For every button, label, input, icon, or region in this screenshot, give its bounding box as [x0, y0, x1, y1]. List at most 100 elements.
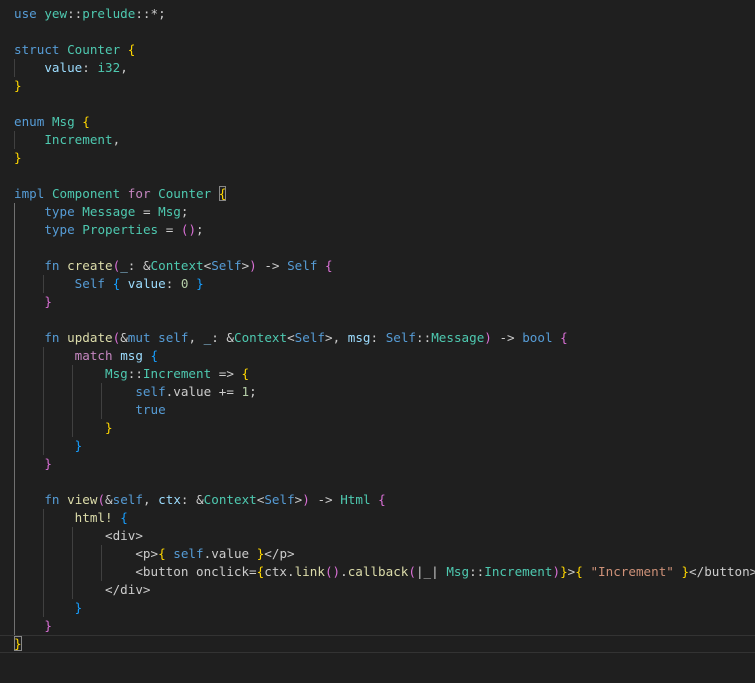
code-line[interactable]: fn view(&self, ctx: &Context<Self>) -> H… [0, 490, 755, 509]
code-line[interactable]: type Properties = (); [0, 220, 755, 239]
code-token: { [218, 185, 227, 201]
code-token: <div> [105, 527, 143, 543]
code-line[interactable]: <p>{ self.value }</p> [0, 544, 755, 563]
code-text: } [14, 635, 22, 652]
code-token: 1 [241, 383, 250, 399]
code-token: Counter [67, 41, 121, 57]
code-token: html! [74, 509, 113, 525]
code-token: >, [325, 329, 348, 345]
code-token: : [82, 59, 98, 75]
code-line[interactable]: } [0, 292, 755, 311]
code-token: *; [150, 5, 166, 21]
code-line[interactable] [0, 23, 755, 41]
code-token: use [14, 5, 37, 21]
code-token: { [325, 257, 333, 273]
code-line[interactable]: type Message = Msg; [0, 202, 755, 221]
code-line[interactable]: struct Counter { [0, 41, 755, 59]
code-token: fn [44, 257, 60, 273]
code-token: } [74, 599, 83, 615]
code-line[interactable]: } [0, 149, 755, 167]
code-token: _ [120, 257, 128, 273]
code-line[interactable]: } [0, 634, 755, 653]
code-line[interactable]: enum Msg { [0, 113, 755, 131]
code-token: Counter [158, 185, 212, 201]
code-token: ctx [264, 563, 287, 579]
code-token: -> [309, 491, 341, 507]
code-text: Increment, [14, 131, 120, 149]
code-token: = [158, 221, 181, 237]
code-line[interactable]: Self { value: 0 } [0, 274, 755, 293]
code-line[interactable]: true [0, 400, 755, 419]
code-text: } [14, 599, 83, 617]
code-token: -> [256, 257, 288, 273]
code-token: Increment [484, 563, 553, 579]
code-line[interactable]: html! { [0, 508, 755, 527]
code-line[interactable]: self.value += 1; [0, 382, 755, 401]
code-token: struct [14, 41, 60, 57]
code-token: self [112, 491, 143, 507]
code-line[interactable]: </div> [0, 580, 755, 599]
code-line[interactable]: use yew::prelude::*; [0, 5, 755, 23]
code-token: prelude [82, 5, 136, 21]
code-token: Self [294, 329, 326, 345]
code-line[interactable] [0, 310, 755, 329]
code-line[interactable]: } [0, 418, 755, 437]
code-line[interactable]: Msg::Increment => { [0, 364, 755, 383]
code-token: ctx [158, 491, 181, 507]
code-token: , [188, 329, 204, 345]
code-line[interactable] [0, 95, 755, 113]
code-token: { [560, 329, 568, 345]
code-line[interactable]: } [0, 616, 755, 635]
code-line[interactable]: } [0, 454, 755, 473]
code-token: self [158, 329, 189, 345]
code-token: => [211, 365, 242, 381]
code-editor[interactable]: use yew::prelude::*;struct Counter { val… [0, 0, 755, 683]
code-text: Self { value: 0 } [14, 275, 204, 293]
code-token: ) [552, 563, 561, 579]
code-token: Context [150, 257, 204, 273]
code-text: enum Msg { [14, 113, 90, 131]
code-line[interactable]: value: i32, [0, 58, 755, 77]
code-text: Msg::Increment => { [14, 365, 249, 383]
code-line[interactable]: } [0, 436, 755, 455]
code-line[interactable] [0, 167, 755, 185]
code-token: self [173, 545, 204, 561]
code-line[interactable]: Increment, [0, 130, 755, 149]
code-token: . [340, 563, 348, 579]
code-text: } [14, 437, 83, 455]
code-line[interactable]: <div> [0, 526, 755, 545]
code-token: } [74, 437, 83, 453]
code-line[interactable]: fn create(_: &Context<Self>) -> Self { [0, 256, 755, 275]
indent-guide [14, 238, 15, 257]
indent-guide [14, 472, 15, 491]
code-token: Component [51, 185, 121, 201]
code-token: ; [249, 383, 257, 399]
code-token: update [67, 329, 113, 345]
code-token: ; [180, 203, 189, 219]
code-token: , [142, 491, 159, 507]
code-line[interactable]: <button onclick={ctx.link().callback(|_|… [0, 562, 755, 581]
code-line[interactable]: fn update(&mut self, _: &Context<Self>, … [0, 328, 755, 347]
code-line[interactable] [0, 238, 755, 257]
code-line[interactable]: impl Component for Counter { [0, 185, 755, 203]
code-text: type Message = Msg; [14, 203, 188, 221]
code-token: |_| [415, 563, 439, 579]
code-line[interactable]: match msg { [0, 346, 755, 365]
code-line[interactable]: } [0, 77, 755, 95]
code-line[interactable] [0, 472, 755, 491]
code-line[interactable]: } [0, 598, 755, 617]
